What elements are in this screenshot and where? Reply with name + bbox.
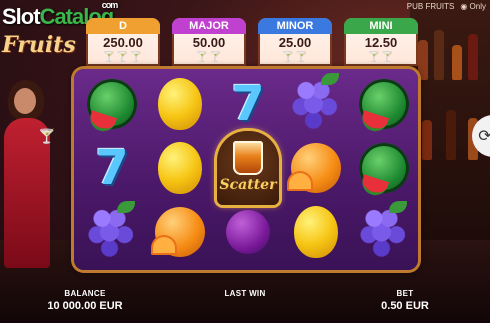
bet-stat[interactable]: BET 0.50 EUR — [360, 289, 450, 312]
orange-icon — [287, 143, 341, 193]
lemon-icon — [294, 206, 338, 258]
seven-icon: 7 — [231, 76, 265, 132]
lemon-icon — [158, 142, 202, 194]
watermelon-icon — [87, 79, 137, 129]
reel-5-row-2-watermelon — [352, 137, 416, 199]
reel-1-row-2-seven: 7 — [80, 137, 144, 199]
reel-2-row-3-orange — [148, 201, 212, 263]
glasses-icon: 🍸🍸🍸 — [102, 52, 144, 63]
balance-label: BALANCE — [64, 289, 106, 298]
glasses-icon: 🍸🍸 — [281, 52, 309, 63]
reel-2-row-1-lemon — [148, 73, 212, 135]
only-toggle[interactable]: ◉ Only — [460, 2, 486, 11]
reel-3-row-1-seven: 7 — [216, 73, 280, 135]
bet-label: BET — [396, 289, 414, 298]
reel-3-row-2-scatter: Scatter — [216, 131, 280, 205]
footer-bar: BALANCE 10 000.00 EUR LAST WIN BET 0.50 … — [0, 283, 490, 323]
jackpot-mini: MINI 12.50 🍸🍸 — [344, 18, 418, 66]
reel-4-row-2-orange — [284, 137, 348, 199]
grapes-icon — [291, 73, 341, 131]
glasses-icon: 🍸🍸 — [195, 52, 223, 63]
scatter-label: Scatter — [219, 177, 277, 193]
reel-4-row-1-grapes — [284, 73, 348, 135]
reel-5-row-1-watermelon — [352, 73, 416, 135]
reel-1-row-3-grapes — [80, 201, 144, 263]
reel-3-row-3-plum — [216, 201, 280, 263]
top-bar: PUB FRUITS ◉ Only — [407, 2, 486, 11]
grapes-icon — [359, 201, 409, 259]
last-win-stat: LAST WIN — [200, 289, 290, 300]
character-lady: 🍸 — [0, 70, 60, 270]
watermelon-icon — [359, 79, 409, 129]
game-title: PUB FRUITS — [406, 2, 455, 11]
orange-icon — [151, 207, 205, 257]
refresh-icon: ⟳ — [478, 128, 490, 145]
reel-5-row-3-grapes — [352, 201, 416, 263]
plum-icon — [226, 210, 270, 254]
cocktail-icon: 🍸 — [38, 128, 56, 144]
jackpot-minor: MINOR 25.00 🍸🍸 — [258, 18, 332, 66]
last-win-label: LAST WIN — [224, 289, 266, 298]
reel-1-row-1-watermelon — [80, 73, 144, 135]
reel-2-row-2-lemon — [148, 137, 212, 199]
scatter-icon: Scatter — [217, 131, 279, 205]
jackpot-major: MAJOR 50.00 🍸🍸 — [172, 18, 246, 66]
reel-4-row-3-lemon — [284, 201, 348, 263]
game-logo: Fruits — [2, 32, 76, 58]
balance-stat: BALANCE 10 000.00 EUR — [30, 289, 140, 312]
reels-grid: 7 7 Scatter — [74, 69, 418, 270]
seven-icon: 7 — [95, 140, 129, 196]
bet-value: 0.50 EUR — [381, 300, 429, 312]
lemon-icon — [158, 78, 202, 130]
watermelon-icon — [359, 143, 409, 193]
cocktail-icon — [233, 141, 263, 175]
grapes-icon — [87, 201, 137, 259]
glasses-icon: 🍸🍸 — [367, 52, 395, 63]
balance-value: 10 000.00 EUR — [47, 300, 123, 312]
jackpot-grand: D 250.00 🍸🍸🍸 — [86, 18, 160, 66]
